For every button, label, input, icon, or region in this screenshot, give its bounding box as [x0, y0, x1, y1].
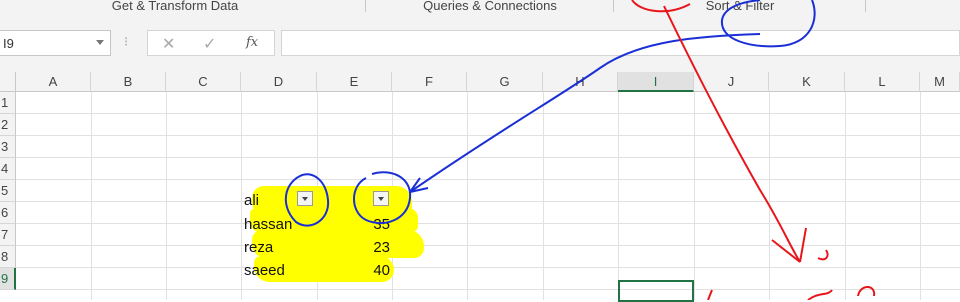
column-header-m[interactable]: M — [920, 72, 960, 92]
formula-input[interactable] — [281, 30, 960, 56]
row-header-7[interactable]: 7 — [0, 224, 16, 246]
cell-d7[interactable]: reza — [244, 239, 273, 257]
grid-line — [16, 245, 960, 246]
cell-d8[interactable]: saeed — [244, 262, 285, 280]
grid-line — [16, 201, 960, 202]
grid-line — [16, 157, 960, 158]
row-header-4[interactable]: 4 — [0, 158, 16, 180]
grid-line — [16, 179, 960, 180]
cell-e6[interactable]: 35 — [350, 216, 390, 234]
grid-line — [543, 92, 544, 300]
name-box-value: I9 — [3, 36, 14, 51]
row-header-1[interactable]: 1 — [0, 92, 16, 114]
column-header-l[interactable]: L — [845, 72, 920, 92]
column-header-b[interactable]: B — [91, 72, 166, 92]
highlight-mark — [252, 230, 424, 258]
row-header-9[interactable]: 9 — [0, 268, 16, 290]
row-header-8[interactable]: 8 — [0, 246, 16, 268]
formula-buttons: ✕ ✓ fx — [147, 30, 275, 56]
ribbon-divider — [613, 0, 614, 12]
cell-e7[interactable]: 23 — [350, 239, 390, 257]
ribbon-group-get-transform[interactable]: Get & Transform Data — [40, 0, 310, 14]
column-header-g[interactable]: G — [467, 72, 543, 92]
grid-line — [618, 92, 619, 300]
column-header-c[interactable]: C — [166, 72, 241, 92]
cell-d6[interactable]: hassan — [244, 216, 292, 234]
filter-dropdown-button[interactable] — [373, 191, 389, 206]
column-header-k[interactable]: K — [769, 72, 845, 92]
grid-line — [91, 92, 92, 300]
name-box[interactable]: I9 — [0, 30, 111, 56]
grid-line — [166, 92, 167, 300]
column-header-e[interactable]: E — [317, 72, 392, 92]
cell-e8[interactable]: 40 — [350, 262, 390, 280]
grid-line — [920, 92, 921, 300]
row-header-2[interactable]: 2 — [0, 114, 16, 136]
column-header-j[interactable]: J — [694, 72, 769, 92]
row-header-6[interactable]: 6 — [0, 202, 16, 224]
grid-line — [241, 92, 242, 300]
column-header-d[interactable]: D — [241, 72, 317, 92]
grid-line — [16, 135, 960, 136]
select-all-corner[interactable] — [0, 72, 16, 92]
filter-dropdown-button[interactable] — [297, 191, 313, 206]
drag-handle-icon[interactable]: ⁝ — [124, 34, 128, 50]
enter-check-icon[interactable]: ✓ — [203, 34, 216, 54]
grid-line — [16, 223, 960, 224]
column-header-i[interactable]: I — [618, 72, 694, 92]
grid-line — [845, 92, 846, 300]
worksheet-grid[interactable]: A B C D E F G H I J K L M 1 2 3 4 5 6 7 … — [0, 72, 960, 300]
active-cell-i9[interactable] — [618, 280, 694, 302]
ribbon-group-sort-filter[interactable]: Sort & Filter — [640, 0, 840, 14]
chevron-down-icon[interactable] — [96, 40, 104, 45]
ribbon-divider — [865, 0, 866, 12]
cell-d5[interactable]: ali — [244, 192, 259, 210]
ribbon-group-queries-connections[interactable]: Queries & Connections — [360, 0, 620, 14]
column-header-a[interactable]: A — [16, 72, 91, 92]
grid-line — [694, 92, 695, 300]
ribbon-group-bar: Get & Transform Data Queries & Connectio… — [0, 0, 960, 15]
row-header-5[interactable]: 5 — [0, 180, 16, 202]
grid-line — [16, 289, 960, 290]
grid-line — [467, 92, 468, 300]
row-header-3[interactable]: 3 — [0, 136, 16, 158]
column-header-f[interactable]: F — [392, 72, 467, 92]
cancel-icon[interactable]: ✕ — [162, 34, 175, 54]
grid-line — [16, 267, 960, 268]
column-header-h[interactable]: H — [543, 72, 618, 92]
grid-line — [769, 92, 770, 300]
insert-function-icon[interactable]: fx — [246, 35, 258, 50]
grid-line — [16, 113, 960, 114]
